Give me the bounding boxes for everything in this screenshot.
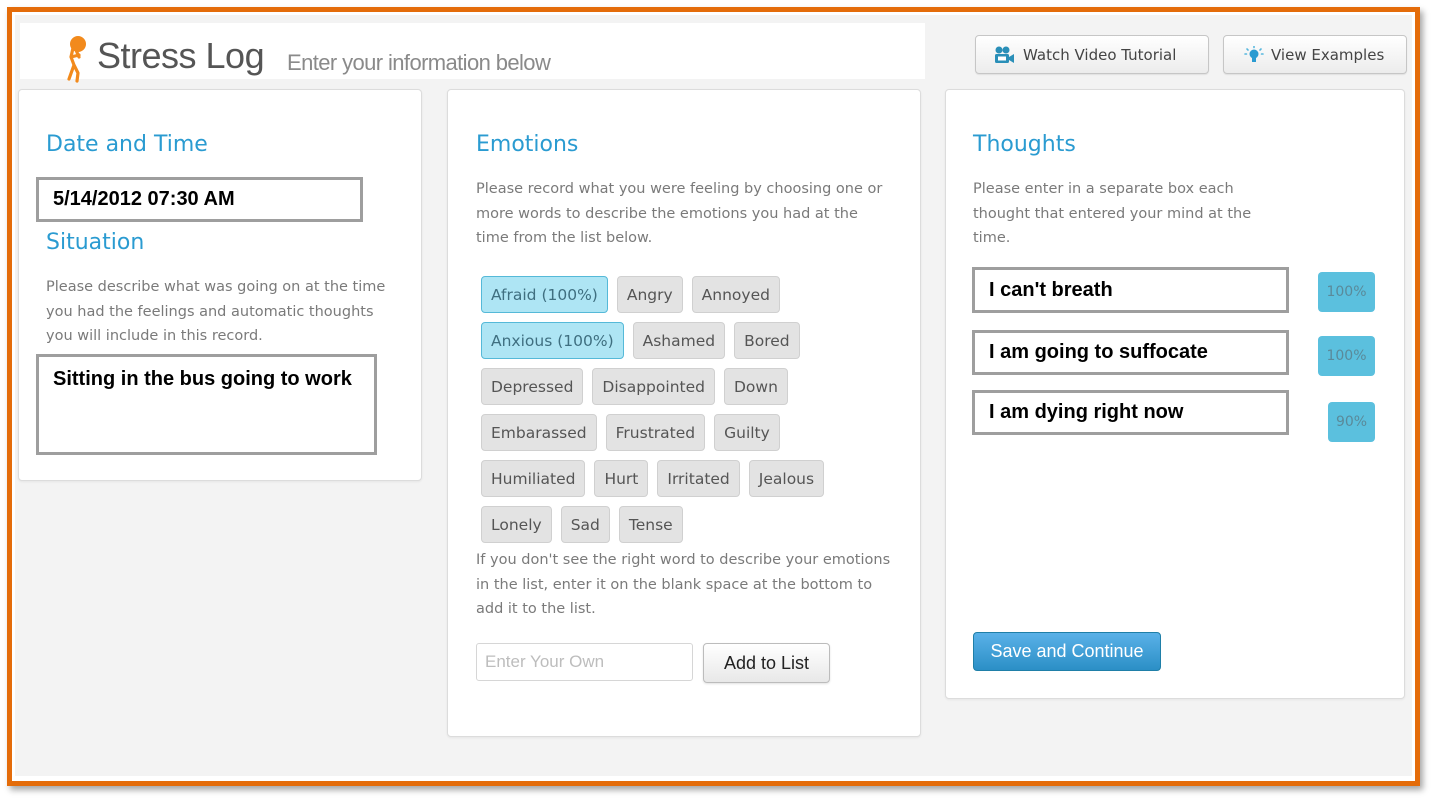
emotion-tag-row: Humiliated Hurt Irritated Jealous (481, 460, 901, 497)
emotion-tag[interactable]: Down (723, 368, 788, 405)
emotion-tag[interactable]: Sad (560, 506, 610, 543)
emotion-tag[interactable]: Jealous (748, 460, 825, 497)
emotion-tag[interactable]: Frustrated (605, 414, 706, 451)
page-canvas: Stress Log Enter your information below … (15, 15, 1412, 776)
emotion-tag-row: Depressed Disappointed Down (481, 368, 901, 405)
emotion-tag[interactable]: Bored (734, 322, 800, 359)
enter-your-own-emotion-input[interactable] (476, 643, 693, 681)
emotion-tag-selected[interactable]: Afraid (100%) (481, 276, 608, 313)
emotion-tag[interactable]: Irritated (657, 460, 740, 497)
date-time-field[interactable]: 5/14/2012 07:30 AM (36, 177, 363, 222)
add-to-list-button[interactable]: Add to List (703, 643, 830, 683)
app-subtitle: Enter your information below (287, 50, 551, 75)
date-situation-panel: Date and Time 5/14/2012 07:30 AM Situati… (18, 89, 422, 481)
situation-description: Please describe what was going on at the… (46, 279, 386, 344)
emotion-tag[interactable]: Embarassed (481, 414, 597, 451)
thoughts-description: Please enter in a separate box each thou… (973, 181, 1252, 246)
thoughts-heading: Thoughts (973, 132, 1076, 157)
emotion-tag[interactable]: Lonely (481, 506, 552, 543)
thought-field[interactable]: I am going to suffocate (972, 330, 1289, 375)
belief-percent-badge[interactable]: 90% (1328, 402, 1375, 442)
emotion-tag[interactable]: Humiliated (481, 460, 586, 497)
app-title: Stress Log (97, 35, 265, 76)
emotions-description: Please record what you were feeling by c… (476, 181, 883, 246)
emotion-tag[interactable]: Annoyed (691, 276, 780, 313)
belief-percent-badge[interactable]: 100% (1318, 272, 1375, 312)
thoughts-panel: Thoughts Please enter in a separate box … (945, 89, 1405, 699)
lightbulb-icon (1244, 45, 1264, 64)
add-emotion-hint: If you don't see the right word to descr… (476, 552, 891, 617)
situation-field[interactable]: Sitting in the bus going to work (36, 354, 377, 455)
thought-field[interactable]: I am dying right now (972, 390, 1289, 435)
emotion-tag[interactable]: Guilty (714, 414, 780, 451)
screenshot-frame: Stress Log Enter your information below … (7, 7, 1420, 786)
emotion-tag[interactable]: Angry (616, 276, 683, 313)
emotion-tag[interactable]: Tense (618, 506, 683, 543)
watch-video-tutorial-button[interactable]: Watch Video Tutorial (975, 35, 1209, 74)
emotion-tag-row: Afraid (100%) Angry Annoyed (481, 276, 901, 313)
emotion-tag[interactable]: Disappointed (592, 368, 715, 405)
view-examples-label: View Examples (1271, 45, 1385, 64)
watch-video-tutorial-label: Watch Video Tutorial (1023, 45, 1177, 64)
emotion-tag[interactable]: Ashamed (632, 322, 726, 359)
emotion-tag[interactable]: Hurt (594, 460, 649, 497)
view-examples-button[interactable]: View Examples (1223, 35, 1407, 74)
date-time-heading: Date and Time (46, 132, 208, 157)
emotion-tag-row: Lonely Sad Tense (481, 506, 901, 543)
belief-percent-badge[interactable]: 100% (1318, 336, 1375, 376)
emotion-tag[interactable]: Depressed (481, 368, 584, 405)
emotions-heading: Emotions (476, 132, 579, 157)
emotion-tag-list: Afraid (100%) Angry Annoyed Anxious (100%) A… (481, 276, 901, 552)
emotions-panel: Emotions Please record what you were fee… (447, 89, 921, 737)
save-and-continue-button[interactable]: Save and Continue (973, 632, 1161, 671)
emotion-tag-row: Anxious (100%) Ashamed Bored (481, 322, 901, 359)
emotion-tag-row: Embarassed Frustrated Guilty (481, 414, 901, 451)
emotion-tag-selected[interactable]: Anxious (100%) (481, 322, 624, 359)
situation-heading: Situation (46, 230, 145, 255)
app-header: Stress Log Enter your information below (20, 23, 925, 83)
person-carrying-ball-icon (67, 36, 86, 83)
video-camera-icon (994, 46, 1016, 64)
thought-field[interactable]: I can't breath (972, 267, 1289, 313)
